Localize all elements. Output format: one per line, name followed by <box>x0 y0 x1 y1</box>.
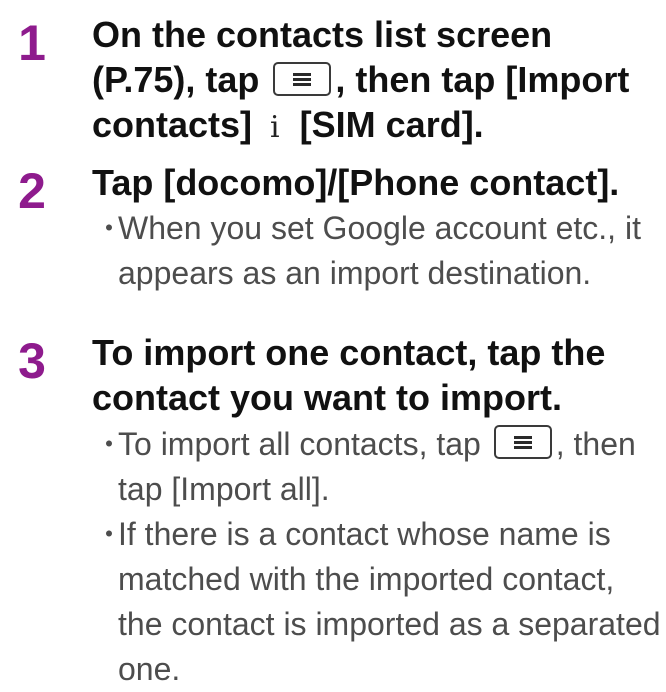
bullet-item: ・ If there is a contact whose name is ma… <box>92 512 662 692</box>
menu-key-icon <box>273 62 332 96</box>
bullet-text: When you set Google account etc., it app… <box>118 210 641 291</box>
step-number: 3 <box>18 333 46 389</box>
bullet-text: To import all contacts, tap <box>118 426 481 462</box>
step-number: 2 <box>18 163 46 219</box>
step-title: Tap [docomo]/[Phone contact]. <box>92 162 620 203</box>
bullet-list: ・ When you set Google account etc., it a… <box>92 206 662 296</box>
bullet-dot: ・ <box>95 429 124 460</box>
menu-key-icon <box>493 425 552 459</box>
bullet-dot: ・ <box>95 519 124 550</box>
step-title: To import one contact, tap the contact y… <box>92 332 606 418</box>
bullet-item: ・ To import all contacts, tap , then tap… <box>92 422 662 512</box>
bullet-dot: ・ <box>95 213 124 244</box>
bullet-item: ・ When you set Google account etc., it a… <box>92 206 662 296</box>
bullet-list: ・ To import all contacts, tap , then tap… <box>92 422 662 692</box>
step-title: On the contacts list screen (P.75), tap … <box>92 12 652 150</box>
bullet-text: If there is a contact whose name is matc… <box>118 516 661 687</box>
step-title-text: [SIM card]. <box>299 104 484 145</box>
step-number: 1 <box>18 15 46 71</box>
arrow-icon: i <box>270 110 280 145</box>
